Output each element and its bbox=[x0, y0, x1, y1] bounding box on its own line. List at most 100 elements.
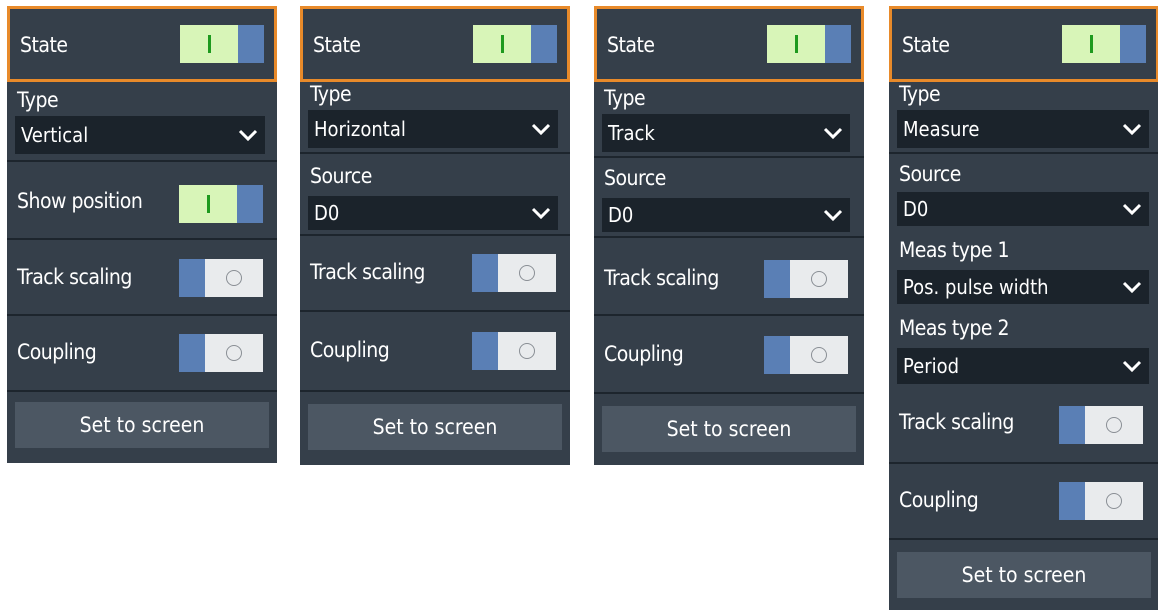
set-to-screen-button[interactable]: Set to screen bbox=[602, 406, 856, 452]
track-scaling-toggle[interactable] bbox=[1059, 406, 1143, 444]
track-scaling-label: Track scaling bbox=[604, 266, 719, 290]
type-value: Horizontal bbox=[314, 117, 406, 141]
chevron-down-icon bbox=[524, 110, 558, 148]
coupling-label: Coupling bbox=[604, 342, 684, 366]
chevron-down-icon bbox=[524, 194, 558, 232]
coupling-row: Coupling bbox=[300, 312, 570, 392]
button-row: Set to screen bbox=[889, 540, 1158, 610]
state-toggle[interactable] bbox=[180, 25, 264, 63]
cursor-panel-horizontal: State Type Horizontal Source D0 Track sc… bbox=[300, 6, 570, 465]
meas-config-block: Source D0 Meas type 1 Pos. pulse width M… bbox=[889, 154, 1158, 392]
type-select[interactable]: Vertical bbox=[15, 116, 265, 154]
type-select[interactable]: Measure bbox=[897, 110, 1149, 148]
coupling-label: Coupling bbox=[17, 340, 97, 364]
coupling-toggle[interactable] bbox=[179, 334, 263, 372]
type-value: Vertical bbox=[21, 123, 89, 147]
type-row: Type Track bbox=[594, 82, 864, 158]
button-row: Set to screen bbox=[300, 392, 570, 468]
track-scaling-row: Track scaling bbox=[300, 236, 570, 312]
chevron-down-icon bbox=[231, 116, 265, 154]
meas-type-2-value: Period bbox=[903, 354, 960, 378]
source-value: D0 bbox=[903, 197, 929, 221]
track-scaling-row: Track scaling bbox=[7, 240, 277, 316]
chevron-down-icon bbox=[1115, 268, 1149, 306]
type-select[interactable]: Horizontal bbox=[308, 110, 558, 148]
chevron-down-icon bbox=[816, 114, 850, 152]
track-scaling-toggle[interactable] bbox=[472, 254, 556, 292]
state-toggle[interactable] bbox=[767, 25, 851, 63]
toggle-off-icon bbox=[1106, 417, 1122, 433]
track-scaling-label: Track scaling bbox=[310, 260, 425, 284]
toggle-off-icon bbox=[519, 343, 535, 359]
track-scaling-row: Track scaling bbox=[889, 392, 1158, 464]
type-select[interactable]: Track bbox=[602, 114, 850, 152]
type-label: Type bbox=[310, 82, 352, 106]
button-row: Set to screen bbox=[7, 392, 277, 468]
track-scaling-row: Track scaling bbox=[594, 238, 864, 316]
coupling-toggle[interactable] bbox=[764, 336, 848, 374]
toggle-on-icon bbox=[794, 35, 798, 53]
chevron-down-icon bbox=[1115, 190, 1149, 228]
source-select[interactable]: D0 bbox=[897, 192, 1149, 226]
cursor-panel-track: State Type Track Source D0 Track scaling… bbox=[594, 6, 864, 465]
state-toggle[interactable] bbox=[1062, 25, 1146, 63]
state-row: State bbox=[300, 6, 570, 82]
state-label: State bbox=[20, 33, 68, 57]
show-position-toggle[interactable] bbox=[179, 185, 263, 223]
track-scaling-label: Track scaling bbox=[899, 410, 1014, 434]
toggle-off-icon bbox=[811, 347, 827, 363]
track-scaling-label: Track scaling bbox=[17, 265, 132, 289]
type-label: Type bbox=[604, 86, 646, 110]
coupling-row: Coupling bbox=[594, 316, 864, 394]
set-to-screen-button[interactable]: Set to screen bbox=[15, 402, 269, 448]
track-scaling-toggle[interactable] bbox=[179, 259, 263, 297]
state-label: State bbox=[902, 33, 950, 57]
toggle-on-icon bbox=[206, 195, 210, 213]
source-select[interactable]: D0 bbox=[308, 196, 558, 230]
source-row: Source D0 bbox=[300, 154, 570, 236]
type-label: Type bbox=[17, 88, 59, 112]
source-value: D0 bbox=[314, 201, 340, 225]
toggle-off-icon bbox=[811, 271, 827, 287]
source-select[interactable]: D0 bbox=[602, 198, 850, 232]
source-label: Source bbox=[604, 166, 666, 190]
state-toggle[interactable] bbox=[473, 25, 557, 63]
meas-type-2-label: Meas type 2 bbox=[899, 316, 1010, 340]
toggle-on-icon bbox=[500, 35, 504, 53]
toggle-on-icon bbox=[207, 35, 211, 53]
toggle-off-icon bbox=[1106, 493, 1122, 509]
coupling-toggle[interactable] bbox=[1059, 482, 1143, 520]
toggle-off-icon bbox=[519, 265, 535, 281]
chevron-down-icon bbox=[816, 196, 850, 234]
coupling-toggle[interactable] bbox=[472, 332, 556, 370]
type-value: Track bbox=[608, 121, 655, 145]
coupling-label: Coupling bbox=[899, 488, 979, 512]
show-position-label: Show position bbox=[17, 189, 143, 213]
chevron-down-icon bbox=[1115, 347, 1149, 385]
source-label: Source bbox=[310, 164, 372, 188]
type-row: Type Measure bbox=[889, 82, 1158, 154]
type-row: Type Horizontal bbox=[300, 82, 570, 154]
track-scaling-toggle[interactable] bbox=[764, 260, 848, 298]
meas-type-2-select[interactable]: Period bbox=[897, 348, 1149, 384]
show-position-row: Show position bbox=[7, 162, 277, 240]
state-row: State bbox=[889, 6, 1158, 82]
set-to-screen-button[interactable]: Set to screen bbox=[897, 552, 1151, 598]
toggle-off-icon bbox=[226, 345, 242, 361]
type-label: Type bbox=[899, 82, 941, 106]
state-row: State bbox=[594, 6, 864, 82]
toggle-off-icon bbox=[226, 270, 242, 286]
source-value: D0 bbox=[608, 203, 634, 227]
source-label: Source bbox=[899, 162, 961, 186]
coupling-row: Coupling bbox=[7, 316, 277, 392]
type-value: Measure bbox=[903, 117, 980, 141]
source-row: Source D0 bbox=[594, 158, 864, 238]
state-row: State bbox=[7, 6, 277, 82]
cursor-panel-vertical: State Type Vertical Show position Track … bbox=[7, 6, 277, 463]
state-label: State bbox=[607, 33, 655, 57]
type-row: Type Vertical bbox=[7, 82, 277, 162]
set-to-screen-button[interactable]: Set to screen bbox=[308, 404, 562, 450]
meas-type-1-select[interactable]: Pos. pulse width bbox=[897, 270, 1149, 304]
coupling-row: Coupling bbox=[889, 464, 1158, 540]
cursor-panel-measure: State Type Measure Source D0 Meas type 1… bbox=[889, 6, 1158, 610]
